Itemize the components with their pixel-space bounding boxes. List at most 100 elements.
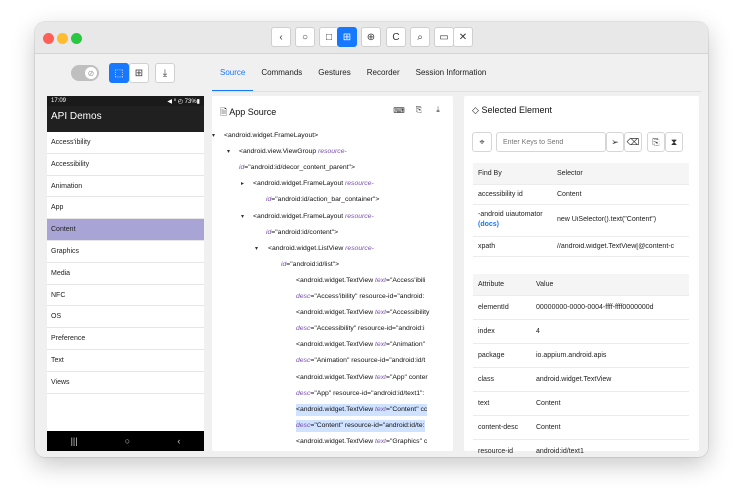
find-strategy: xpath: [478, 243, 496, 250]
tree-node-line[interactable]: desc="Access'ibility" resource-id="andro…: [296, 291, 424, 303]
list-item[interactable]: Text: [47, 350, 204, 372]
column-header: Selector: [557, 170, 583, 177]
table-row[interactable]: content-desc Content: [473, 416, 689, 440]
tree-val: ="App" conter: [386, 373, 428, 381]
refresh-button[interactable]: C: [386, 27, 406, 47]
attribute-value: io.appium.android.apis: [536, 352, 607, 359]
source-tree: ▾ <android.widget.FrameLayout> ▾ <android.v…: [212, 130, 453, 451]
tree-node-line[interactable]: desc="Content" resource-id="android:id/t…: [296, 419, 425, 432]
tree-val: ="Access'ibili: [386, 276, 426, 284]
copy-attributes-icon[interactable]: ⎘: [647, 132, 665, 152]
clear-icon[interactable]: ⌫: [624, 132, 642, 152]
native-mode-button[interactable]: ⊞: [337, 27, 357, 47]
attribute-header: Attribute Value: [473, 274, 689, 296]
web-mode-button[interactable]: ⊕: [361, 27, 381, 47]
table-row[interactable]: -android uiautomator (docs) new UiSelector…: [473, 205, 689, 237]
app-switch-button[interactable]: □: [319, 27, 339, 47]
tree-attr: text: [373, 437, 386, 445]
device-screen[interactable]: 17:09 ◀︎ ⁰ ◴ 73%▮ API Demos Access'ibili…: [47, 96, 204, 451]
list-item[interactable]: Animation: [47, 176, 204, 198]
back-icon[interactable]: ‹: [177, 436, 180, 446]
list-item[interactable]: Access'ibility: [47, 132, 204, 154]
tab-recorder[interactable]: Recorder: [359, 54, 408, 92]
tree-node-line[interactable]: id="android:id/decor_content_parent">: [239, 162, 355, 174]
expand-caret-icon[interactable]: ▾: [255, 243, 258, 255]
download-screenshot-button[interactable]: ⤓: [155, 63, 175, 83]
tab-gestures[interactable]: Gestures: [310, 54, 358, 92]
copy-source-icon[interactable]: ⎘: [413, 104, 425, 116]
send-keys-input[interactable]: [496, 132, 606, 152]
list-item[interactable]: App: [47, 197, 204, 220]
tree-attr: text: [373, 276, 386, 284]
tree-node-line[interactable]: id="android:id/list">: [281, 259, 339, 271]
list-item[interactable]: Accessibility: [47, 154, 204, 176]
home-icon[interactable]: ○: [125, 436, 130, 446]
tree-node-line[interactable]: <android.widget.TextView text="App" cont…: [296, 372, 428, 384]
tree-node-line[interactable]: <android.widget.TextView text="Access'ib…: [296, 275, 425, 287]
recents-icon[interactable]: |||: [71, 436, 78, 446]
tree-node-line[interactable]: desc="Accessibility" resource-id="androi…: [296, 323, 425, 335]
tab-commands[interactable]: Commands: [253, 54, 310, 92]
recorder-button[interactable]: ▭: [434, 27, 454, 47]
tap-element-icon[interactable]: ⌖: [472, 132, 492, 152]
table-row[interactable]: xpath //android.widget.TextView[@content-…: [473, 237, 689, 257]
list-item[interactable]: Media: [47, 263, 204, 285]
home-button[interactable]: ○: [295, 27, 315, 47]
zoom-window-button[interactable]: [71, 33, 82, 44]
list-item[interactable]: Content: [47, 219, 204, 241]
list-item[interactable]: NFC: [47, 285, 204, 307]
tree-node-line[interactable]: ▾ <android.view.ViewGroup resource-: [227, 146, 347, 158]
table-row[interactable]: index 4: [473, 320, 689, 344]
expand-caret-icon[interactable]: ▾: [241, 211, 244, 223]
table-row[interactable]: class android.widget.TextView: [473, 368, 689, 392]
tree-node-line[interactable]: <android.widget.TextView text="Graphics"…: [296, 436, 427, 448]
list-item[interactable]: Views: [47, 372, 204, 394]
docs-link[interactable]: (docs): [478, 221, 499, 228]
back-button[interactable]: ‹: [271, 27, 291, 47]
tree-node-line[interactable]: ▾ <android.widget.ListView resource-: [255, 243, 374, 255]
table-row[interactable]: resource-id android:id/text1: [473, 440, 689, 457]
minimize-window-button[interactable]: [57, 33, 68, 44]
search-element-button[interactable]: ⌕: [410, 27, 430, 47]
send-keys-icon[interactable]: ➢: [606, 132, 624, 152]
tree-node-line[interactable]: <android.widget.TextView text="Accessibi…: [296, 307, 429, 319]
list-item[interactable]: Preference: [47, 328, 204, 350]
timing-icon[interactable]: ⧗: [665, 132, 683, 152]
tree-node-line[interactable]: desc="App" resource-id="android:id/text1…: [296, 388, 424, 400]
tap-coordinates-button[interactable]: ⊞: [129, 63, 149, 83]
table-row[interactable]: text Content: [473, 392, 689, 416]
device-nav-group: ‹ ○ □: [271, 27, 339, 49]
tree-node-line[interactable]: ▸ <android.widget.FrameLayout resource-: [241, 178, 374, 190]
tree-tag: <android.widget.TextView: [296, 437, 374, 445]
expand-caret-icon[interactable]: ▸: [241, 178, 244, 190]
tree-node-line[interactable]: ▾ <android.widget.FrameLayout resource-: [241, 211, 374, 223]
table-row[interactable]: accessibility id Content: [473, 185, 689, 205]
tree-tag: <android.widget.TextView: [296, 405, 374, 413]
tree-node-line[interactable]: id="android:id/content">: [266, 227, 338, 239]
selector-value: //android.widget.TextView[@content-c: [557, 243, 675, 250]
tree-node-line[interactable]: <android.widget.TextView text="Animation…: [296, 339, 425, 351]
tool-group: C ⌕ ▭: [386, 27, 454, 49]
screenshot-toggle[interactable]: ⊘: [71, 65, 99, 81]
column-header: Find By: [478, 170, 502, 177]
list-item[interactable]: Graphics: [47, 241, 204, 263]
tree-node-line[interactable]: desc="Animation" resource-id="android:id…: [296, 355, 425, 367]
attribute-value: 4: [536, 328, 540, 335]
tree-node-line[interactable]: <android.widget.TextView text="Content" …: [296, 403, 428, 416]
tree-node-line[interactable]: ▾ <android.widget.FrameLayout>: [212, 130, 318, 142]
column-header: Value: [536, 281, 554, 288]
table-row[interactable]: package io.appium.android.apis: [473, 344, 689, 368]
copy-xml-icon[interactable]: ⌨: [393, 104, 405, 116]
tab-session-information[interactable]: Session Information: [408, 54, 495, 92]
device-list: Access'ibility Accessibility Animation App C…: [47, 132, 204, 394]
select-elements-button[interactable]: ⬚: [109, 63, 129, 83]
tab-source[interactable]: Source: [212, 54, 254, 92]
table-row[interactable]: elementId 00000000-0000-0004-ffff-ffff000…: [473, 296, 689, 320]
quit-session-button[interactable]: ✕: [453, 27, 473, 47]
close-window-button[interactable]: [43, 33, 54, 44]
list-item[interactable]: OS: [47, 306, 204, 329]
download-source-icon[interactable]: ⤓: [432, 104, 444, 116]
tree-node-line[interactable]: id="android:id/action_bar_container">: [266, 194, 379, 206]
expand-caret-icon[interactable]: ▾: [227, 146, 230, 158]
expand-caret-icon[interactable]: ▾: [212, 130, 215, 142]
